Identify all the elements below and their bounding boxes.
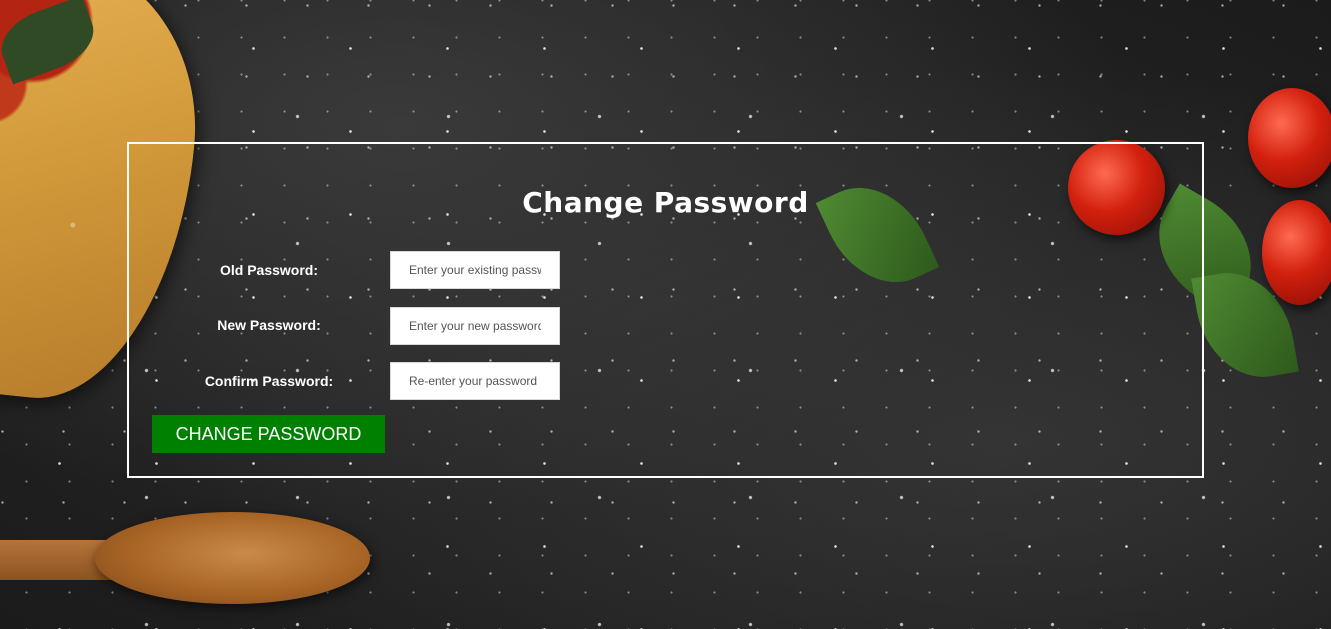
- tomato-image: [1248, 88, 1331, 188]
- new-password-field[interactable]: [390, 307, 560, 345]
- old-password-label: Old Password:: [219, 262, 319, 278]
- old-password-field[interactable]: [390, 251, 560, 289]
- confirm-password-label: Confirm Password:: [204, 373, 334, 389]
- page-title: Change Password: [522, 186, 809, 219]
- new-password-label: New Password:: [217, 317, 321, 333]
- change-password-button[interactable]: CHANGE PASSWORD: [152, 415, 385, 453]
- confirm-password-field[interactable]: [390, 362, 560, 400]
- page-background: Change Password Old Password: New Passwo…: [0, 0, 1331, 629]
- tomato-image: [1262, 200, 1331, 305]
- wooden-spoon-image: [95, 512, 370, 604]
- change-password-form: Change Password Old Password: New Passwo…: [127, 142, 1204, 478]
